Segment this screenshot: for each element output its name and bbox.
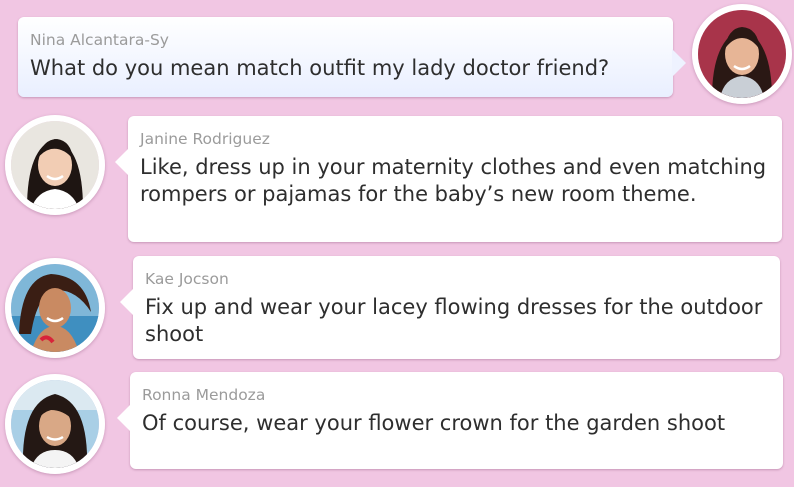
sender-name: Ronna Mendoza <box>142 386 266 404</box>
kae-avatar[interactable] <box>5 258 105 358</box>
nina-avatar[interactable] <box>692 4 792 104</box>
message-text: Like, dress up in your maternity clothes… <box>140 155 767 206</box>
bubble-tail <box>672 49 686 77</box>
ronna-avatar[interactable] <box>5 374 105 474</box>
avatar-photo <box>11 264 99 352</box>
avatar-photo <box>11 121 99 209</box>
bubble-tail <box>120 288 134 316</box>
sender-name: Kae Jocson <box>145 270 229 288</box>
message-bubble: Janine Rodriguez Like, dress up in your … <box>115 116 782 242</box>
message-bubble: Kae Jocson Fix up and wear your lacey fl… <box>120 256 780 359</box>
sender-name: Janine Rodriguez <box>140 130 270 148</box>
message-bubble: Ronna Mendoza Of course, wear your flowe… <box>117 372 783 469</box>
message-bubble: Nina Alcantara-Sy What do you mean match… <box>18 17 686 97</box>
message-text: Fix up and wear your lacey flowing dress… <box>145 295 763 346</box>
sender-name: Nina Alcantara-Sy <box>30 31 169 49</box>
bubble-tail <box>117 404 131 432</box>
janine-avatar[interactable] <box>5 115 105 215</box>
bubble-tail <box>115 148 129 176</box>
message-text: What do you mean match outfit my lady do… <box>30 56 610 80</box>
avatar-photo <box>11 380 99 468</box>
message-text: Of course, wear your flower crown for th… <box>142 411 726 435</box>
avatar-photo <box>698 10 786 98</box>
